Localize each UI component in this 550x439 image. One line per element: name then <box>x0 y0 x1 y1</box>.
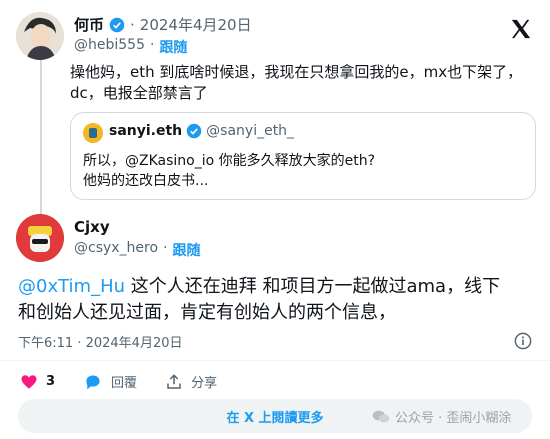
tweet-text: 这个人还在迪拜 和项目方一起做过ama，线下 <box>125 276 501 297</box>
quote-text-line: 他妈的还改白皮书... <box>83 173 209 189</box>
share-label: 分享 <box>191 376 218 391</box>
author-handle[interactable]: @hebi555 <box>74 37 145 57</box>
divider <box>0 360 550 361</box>
author-handle[interactable]: @csyx_hero <box>74 240 158 260</box>
author-name[interactable]: 何币 <box>74 14 104 35</box>
heart-icon <box>21 374 37 389</box>
tweet-text-line: 操他妈，eth 到底啥时候退，我现在只想拿回我的e，mx也下架了， <box>70 63 523 81</box>
quote-author-name: sanyi.eth <box>109 123 183 139</box>
separator-dot: · <box>130 15 135 34</box>
avatar-hebi[interactable] <box>16 12 64 60</box>
wechat-icon <box>372 410 390 423</box>
follow-link[interactable]: 跟随 <box>173 240 201 260</box>
separator-dot: · <box>163 240 168 256</box>
avatar-cjxy[interactable] <box>16 214 64 262</box>
post-date[interactable]: 2024年4月20日 <box>140 14 252 35</box>
tweet-text-line: 和创始人还见过面，肯定有创始人的两个信息， <box>18 302 396 323</box>
reply-button[interactable]: 回覆 <box>83 372 137 391</box>
quote-text-line: 所以，@ZKasino_io 你能多久释放大家的eth? <box>83 153 376 169</box>
like-count: 3 <box>46 374 56 389</box>
separator-dot: · <box>149 37 155 53</box>
read-more-label: 在 X 上閱讀更多 <box>226 410 324 426</box>
watermark-text: 公众号 · 歪闹小糊涂 <box>395 411 512 426</box>
like-button[interactable]: 3 <box>20 372 55 391</box>
verified-badge-icon <box>109 17 125 32</box>
quote-author-handle: @sanyi_eth_ <box>206 123 295 139</box>
post-timestamp[interactable]: 下午6:11 · 2024年4月20日 <box>18 336 183 351</box>
verified-badge-icon <box>186 123 202 139</box>
x-logo-icon[interactable] <box>510 18 532 40</box>
reply-label: 回覆 <box>111 376 138 391</box>
share-icon <box>167 373 181 389</box>
tweet-text-line: @0xTim_Hu 这个人还在迪拜 和项目方一起做过ama，线下 <box>18 274 538 300</box>
mention-link[interactable]: @0xTim_Hu <box>18 276 125 297</box>
quoted-tweet[interactable]: sanyi.eth @sanyi_eth_ 所以，@ZKasino_io 你能多… <box>70 112 536 200</box>
tweet-text-line: dc，电报全部禁言了 <box>70 84 208 102</box>
share-button[interactable]: 分享 <box>165 372 217 391</box>
author-name[interactable]: Cjxy <box>74 218 110 236</box>
follow-link[interactable]: 跟随 <box>159 37 187 57</box>
reply-icon <box>86 374 100 389</box>
info-icon[interactable] <box>514 332 532 350</box>
thread-line <box>40 60 42 218</box>
avatar-sanyi <box>83 123 103 143</box>
